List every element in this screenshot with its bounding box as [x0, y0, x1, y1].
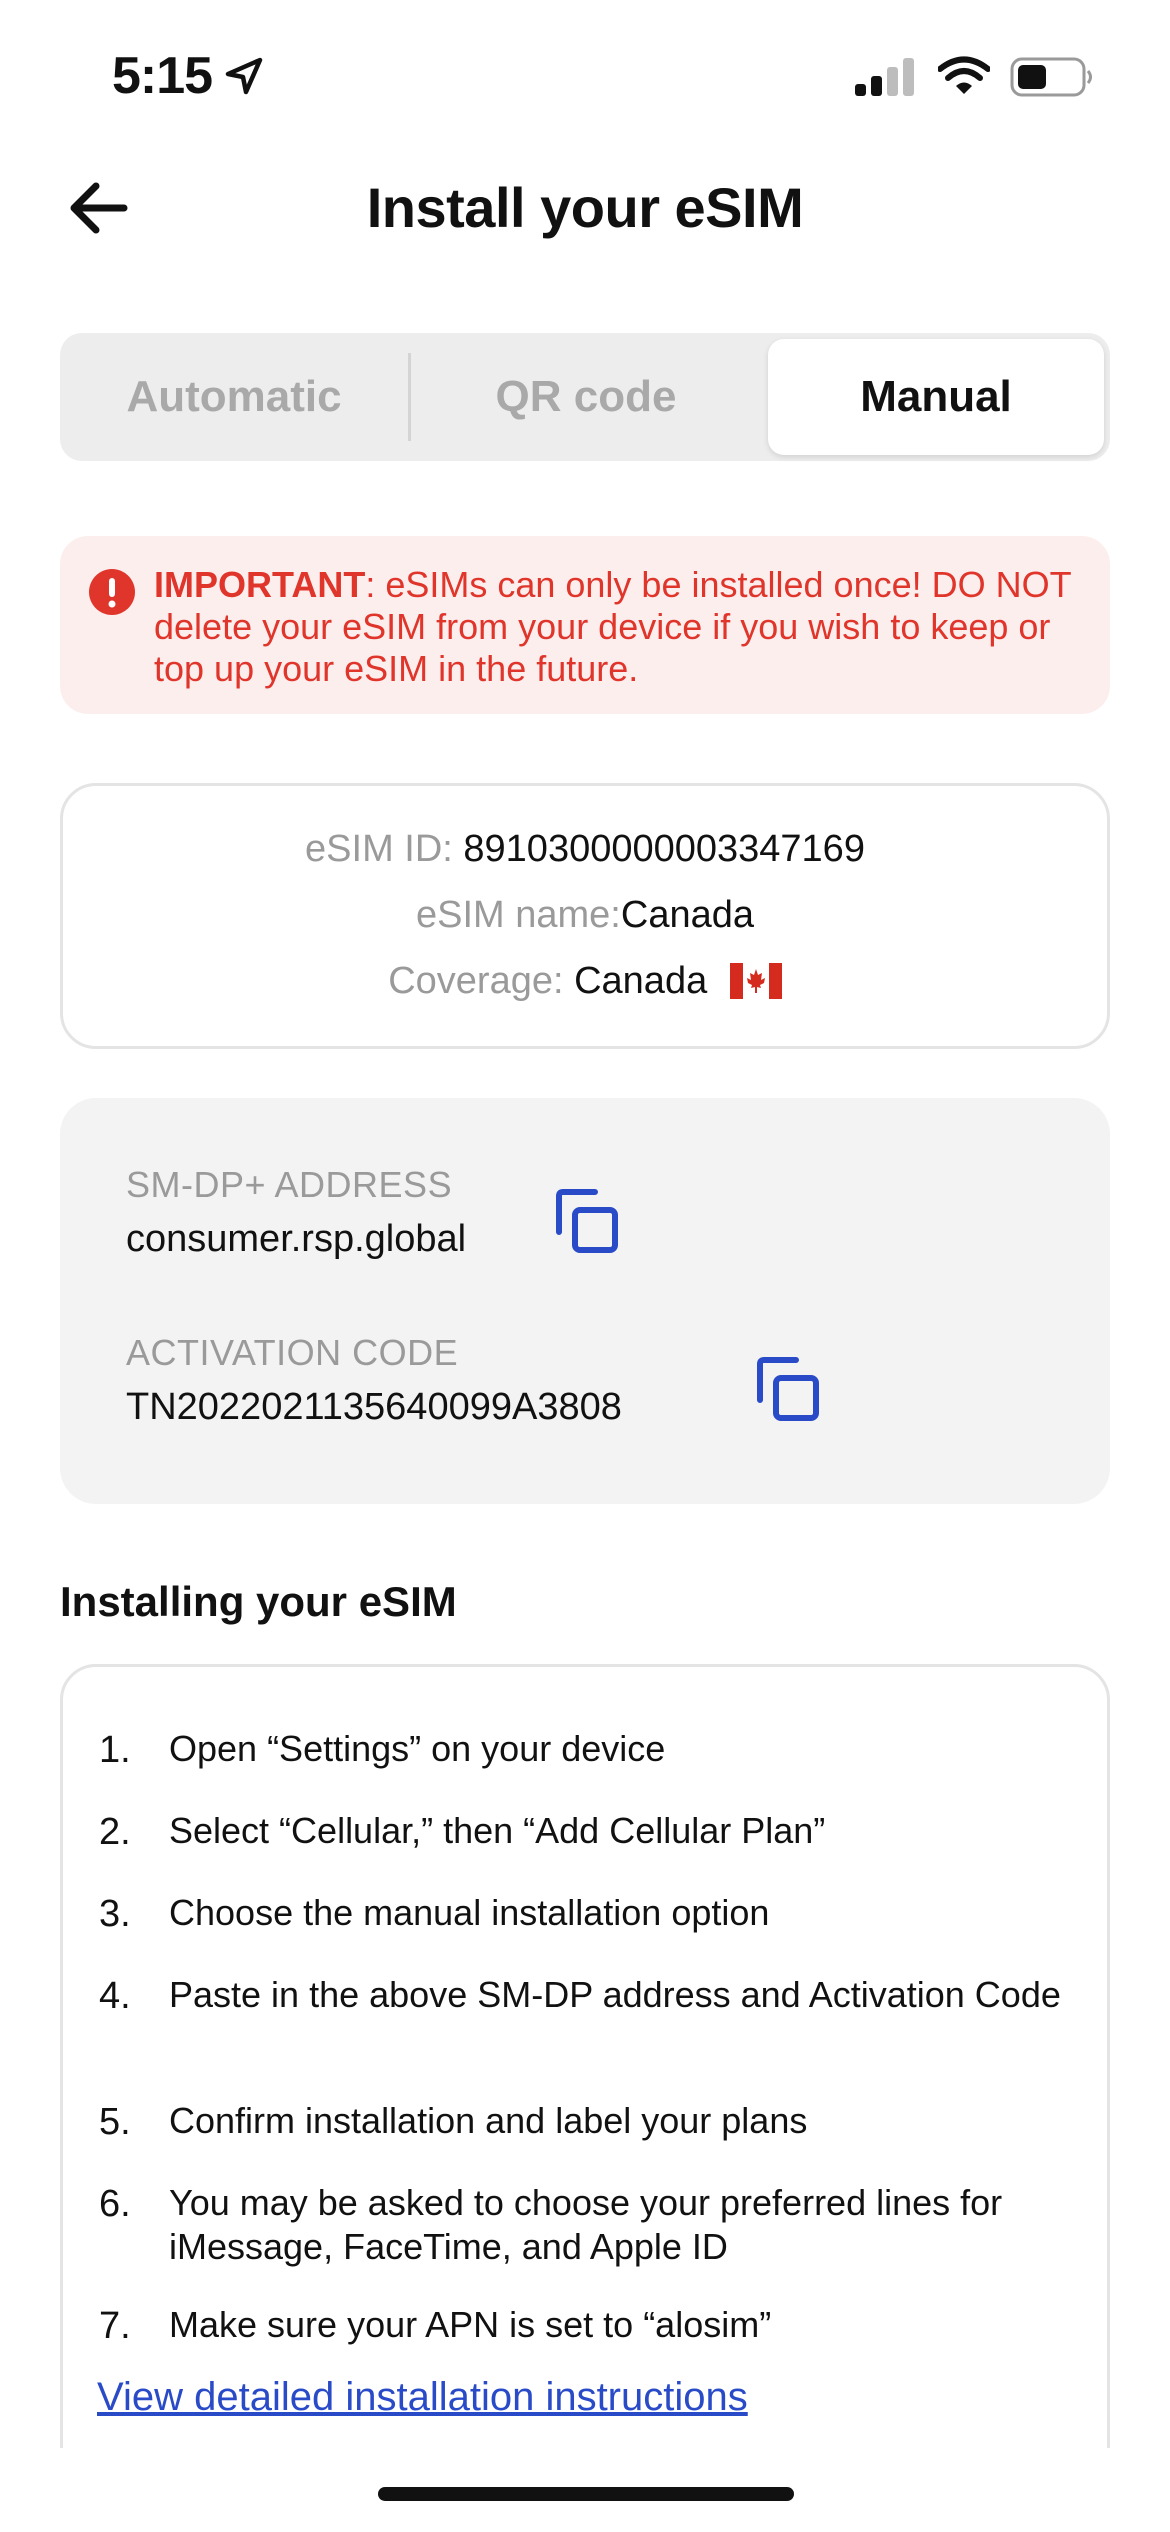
- step-text: Confirm installation and label your plan…: [169, 2100, 808, 2141]
- home-indicator[interactable]: [378, 2487, 794, 2501]
- smdp-address-value: consumer.rsp.global: [126, 1218, 467, 1260]
- alert-icon: [89, 569, 135, 615]
- page-title: Install your eSIM: [366, 176, 804, 239]
- step-number: 1.: [99, 1729, 131, 1771]
- step-text: Make sure your APN is set to “alosim”: [169, 2304, 772, 2345]
- step-text: Paste in the above SM-DP address and Act…: [169, 1974, 1061, 2015]
- esim-id-row: eSIM ID: 8910300000003347169: [63, 828, 1107, 871]
- step-number: 4.: [99, 1975, 131, 2017]
- activation-code-value: TN2022021135640099A3808: [126, 1386, 622, 1428]
- status-time: 5:15: [112, 47, 213, 105]
- step-number: 2.: [99, 1811, 131, 1853]
- important-warning-banner: IMPORTANT: eSIMs can only be installed o…: [60, 536, 1110, 714]
- esim-name-label: eSIM name:: [416, 894, 621, 936]
- step-number: 7.: [99, 2305, 131, 2347]
- status-bar: 5:15: [0, 0, 1170, 150]
- detailed-instructions-link[interactable]: View detailed installation instructions: [97, 2375, 748, 2420]
- esim-name-value: Canada: [620, 894, 754, 936]
- copy-smdp-icon[interactable]: [555, 1188, 621, 1256]
- canada-flag-icon: [729, 963, 782, 999]
- step-number: 6.: [99, 2183, 131, 2225]
- step-text: Open “Settings” on your device: [169, 1728, 666, 1769]
- esim-id-value: 8910300000003347169: [463, 828, 865, 870]
- tab-divider: [408, 353, 411, 441]
- installation-steps-card: 1. Open “Settings” on your device 2. Sel…: [60, 1664, 1110, 2532]
- install-esim-screen: 5:15 Install your eSIM Automatic QR code: [0, 0, 1170, 2532]
- manual-codes-box: SM-DP+ ADDRESS consumer.rsp.global ACTIV…: [60, 1098, 1110, 1504]
- warning-text: IMPORTANT: eSIMs can only be installed o…: [154, 564, 1084, 690]
- tab-automatic[interactable]: Automatic: [60, 333, 408, 461]
- install-method-tabs: Automatic QR code Manual: [60, 333, 1110, 461]
- step-text: Select “Cellular,” then “Add Cellular Pl…: [169, 1810, 826, 1851]
- step-number: 5.: [99, 2101, 131, 2143]
- cellular-signal-icon: [855, 58, 914, 96]
- coverage-value: Canada: [574, 960, 708, 1002]
- battery-icon: [1010, 57, 1092, 97]
- step-text: Choose the manual installation option: [169, 1892, 770, 1933]
- smdp-address-label: SM-DP+ ADDRESS: [126, 1164, 453, 1205]
- activation-code-label: ACTIVATION CODE: [126, 1332, 459, 1373]
- esim-name-row: eSIM name:Canada: [63, 894, 1107, 937]
- warning-strong: IMPORTANT: [154, 564, 366, 605]
- location-arrow-icon: [225, 57, 263, 95]
- coverage-row: Coverage: Canada: [63, 960, 1107, 1003]
- step-number: 3.: [99, 1893, 131, 1935]
- installing-section-title: Installing your eSIM: [60, 1578, 457, 1625]
- coverage-label: Coverage:: [388, 960, 564, 1002]
- copy-activation-code-icon[interactable]: [756, 1356, 822, 1424]
- esim-id-label: eSIM ID:: [305, 828, 453, 870]
- wifi-icon: [938, 56, 990, 94]
- tab-qr-code[interactable]: QR code: [412, 333, 760, 461]
- tab-manual[interactable]: Manual: [768, 339, 1104, 455]
- step-text: You may be asked to choose your preferre…: [169, 2182, 1003, 2267]
- esim-info-card: eSIM ID: 8910300000003347169 eSIM name:C…: [60, 783, 1110, 1049]
